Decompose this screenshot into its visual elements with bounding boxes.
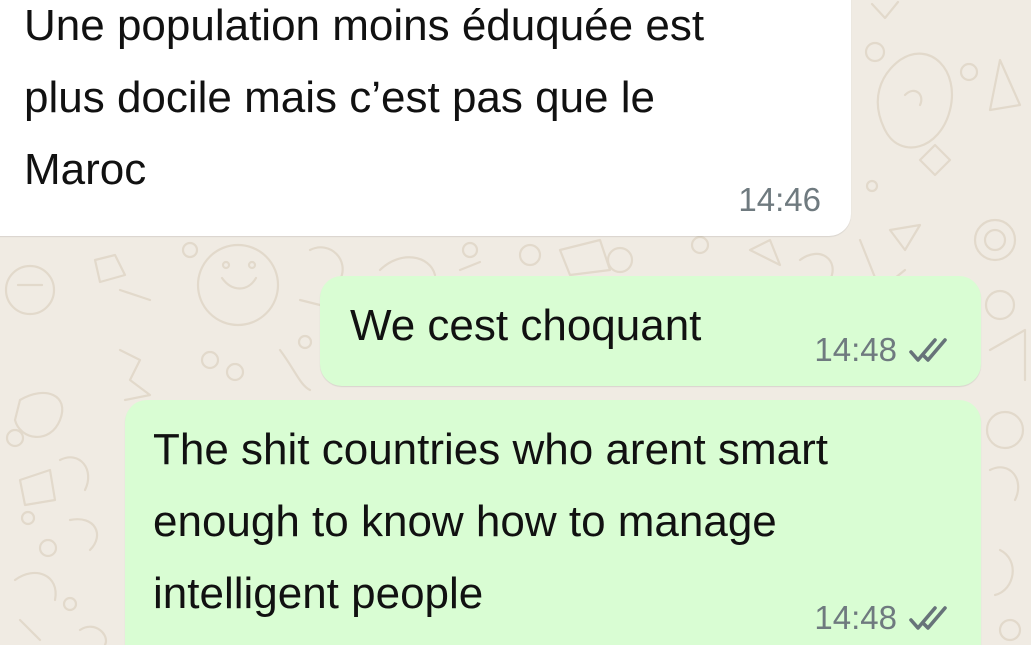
- outgoing-message-bubble[interactable]: The shit countries who arent smart enoug…: [125, 400, 981, 645]
- message-meta: 14:48: [814, 330, 953, 370]
- message-meta: 14:46: [738, 180, 821, 220]
- message-text: Une population moins éduquée est plus do…: [24, 1, 705, 194]
- message-timestamp: 14:48: [814, 599, 897, 636]
- message-timestamp: 14:46: [738, 181, 821, 218]
- message-meta: 14:48: [814, 598, 953, 638]
- read-double-check-icon: [909, 338, 947, 362]
- outgoing-message-bubble[interactable]: We cest choquant 14:48: [320, 276, 981, 386]
- read-double-check-icon: [909, 606, 947, 630]
- message-timestamp: 14:48: [814, 331, 897, 368]
- incoming-message-bubble[interactable]: Une population moins éduquée est plus do…: [0, 0, 851, 236]
